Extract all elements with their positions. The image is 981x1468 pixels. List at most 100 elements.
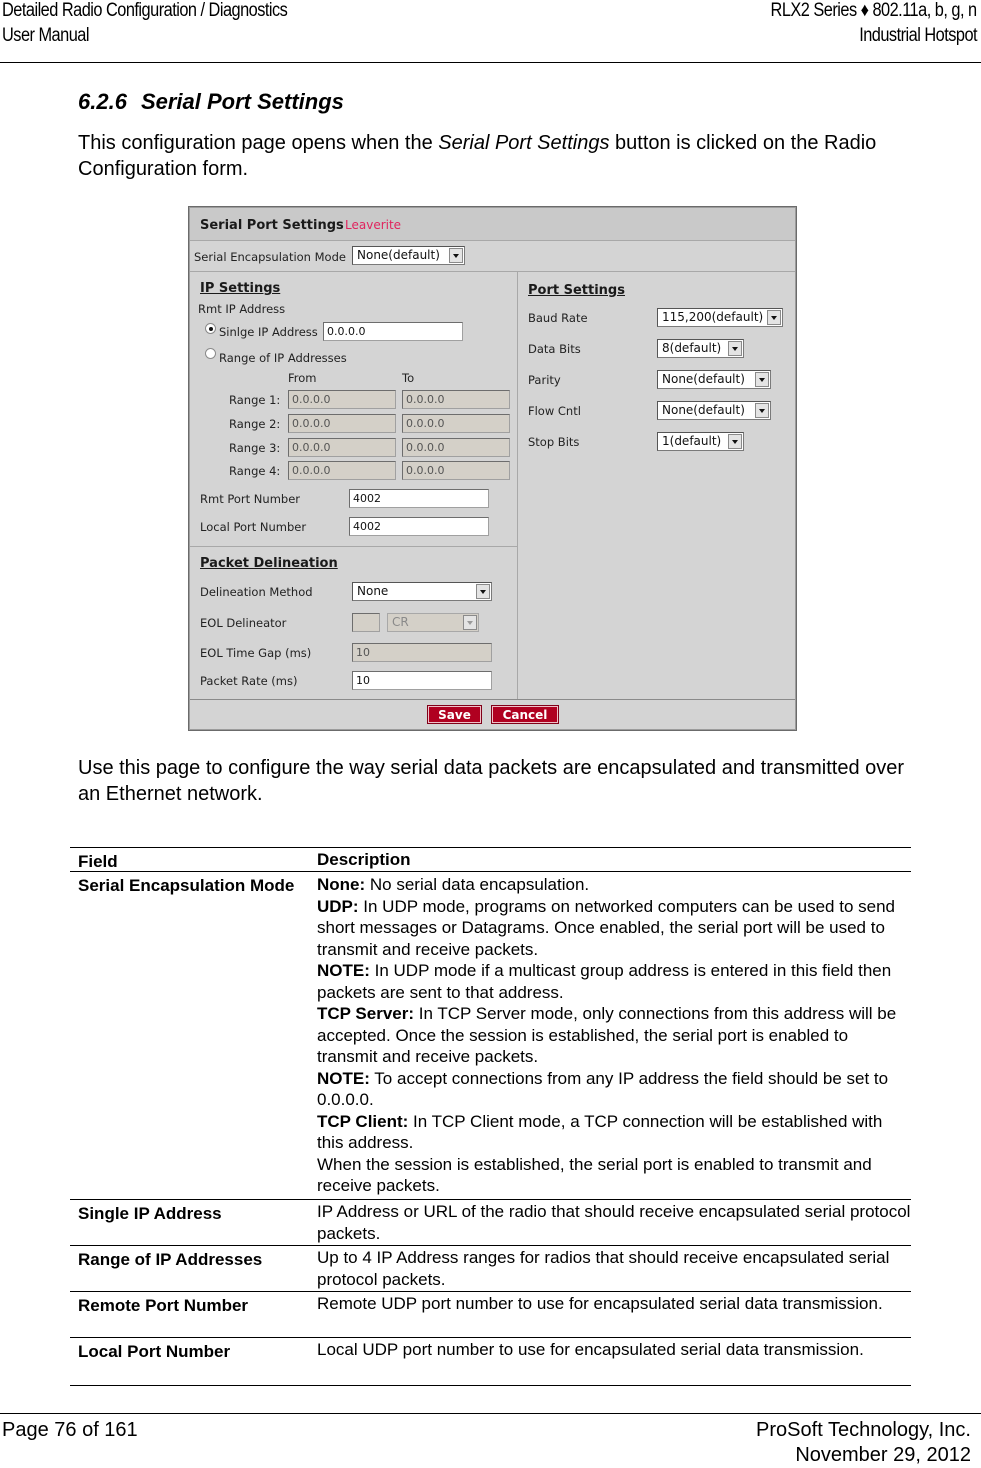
table-row: Remote Port Number Remote UDP port numbe… (70, 1291, 911, 1337)
encapsulation-row: Serial Encapsulation Mode None(default) (190, 241, 795, 272)
field-name: Range of IP Addresses (78, 1250, 263, 1269)
table-row: Range of IP Addresses Up to 4 IP Address… (70, 1245, 911, 1291)
local-port-input[interactable]: 4002 (349, 517, 489, 536)
rmt-port-input[interactable]: 4002 (349, 489, 489, 508)
range-2-to-input[interactable]: 0.0.0.0 (402, 414, 510, 433)
range-3-from-input[interactable]: 0.0.0.0 (288, 438, 396, 457)
form-button-bar: Save Cancel (190, 699, 795, 730)
range-1-to-input[interactable]: 0.0.0.0 (402, 390, 510, 409)
header-product-name: Industrial Hotspot (859, 25, 977, 46)
desc-tcp-server: TCP Server: In TCP Server mode, only con… (317, 1003, 911, 1068)
baud-rate-label: Baud Rate (528, 311, 588, 325)
field-name: Local Port Number (78, 1342, 231, 1361)
usage-paragraph: Use this page to configure the way seria… (78, 757, 905, 805)
range-1-label: Range 1: (229, 393, 281, 407)
single-ip-label: Sinlge IP Address (219, 325, 318, 339)
range-1-from-input[interactable]: 0.0.0.0 (288, 390, 396, 409)
table-header-row: Field Description (70, 847, 911, 872)
eol-delineator-select[interactable]: CR (387, 613, 479, 632)
desc-text: When the session is established, the ser… (317, 1154, 872, 1196)
desc-udp-note: NOTE: In UDP mode if a multicast group a… (317, 960, 911, 1003)
eol-time-gap-label: EOL Time Gap (ms) (200, 646, 312, 660)
data-bits-value: 8(default) (662, 341, 722, 355)
flow-control-select[interactable]: None(default) (657, 401, 771, 420)
desc-text: In UDP mode if a multicast group address… (317, 961, 892, 1002)
single-ip-input[interactable]: 0.0.0.0 (323, 322, 463, 341)
chevron-down-icon (463, 615, 477, 630)
range-ip-label: Range of IP Addresses (219, 351, 347, 365)
field-description: Local UDP port number to use for encapsu… (317, 1340, 864, 1359)
cancel-button[interactable]: Cancel (491, 705, 559, 724)
chevron-down-icon (449, 248, 463, 263)
range-4-from-input[interactable]: 0.0.0.0 (288, 461, 396, 480)
page-footer: Page 76 of 161 ProSoft Technology, Inc. … (0, 1413, 981, 1468)
field-description: Remote UDP port number to use for encaps… (317, 1294, 883, 1313)
desc-udp: UDP: In UDP mode, programs on networked … (317, 896, 911, 961)
section-number: 6.2.6 (78, 89, 127, 114)
single-ip-radio[interactable] (205, 323, 216, 334)
header-chapter: Detailed Radio Configuration / Diagnosti… (2, 0, 288, 21)
delineation-method-select[interactable]: None (352, 582, 492, 601)
field-description: None: No serial data encapsulation. UDP:… (317, 874, 911, 1197)
desc-term: None: (317, 875, 366, 894)
delineation-method-value: None (357, 584, 389, 598)
header-description: Description (317, 850, 411, 869)
local-port-label: Local Port Number (200, 520, 307, 534)
stop-bits-select[interactable]: 1(default) (657, 432, 744, 451)
intro-paragraph: This configuration page opens when the S… (78, 130, 918, 182)
encapsulation-label: Serial Encapsulation Mode (194, 250, 346, 264)
eol-delineator-label: EOL Delineator (200, 616, 287, 630)
range-2-from-input[interactable]: 0.0.0.0 (288, 414, 396, 433)
chevron-down-icon (755, 372, 769, 387)
form-title: Serial Port Settings (200, 218, 344, 233)
range-3-label: Range 3: (229, 441, 281, 455)
baud-rate-value: 115,200(default) (662, 310, 764, 324)
field-name: Single IP Address (78, 1204, 222, 1223)
desc-term: UDP: (317, 896, 359, 916)
packet-delineation-heading: Packet Delineation (200, 556, 338, 571)
device-name: Leaverite (345, 218, 402, 232)
delineation-method-label: Delineation Method (200, 585, 313, 599)
stop-bits-label: Stop Bits (528, 435, 580, 449)
ip-settings-heading: IP Settings (200, 281, 281, 296)
desc-term: NOTE: (317, 961, 370, 980)
range-4-to-input[interactable]: 0.0.0.0 (402, 461, 510, 480)
range-from-label: From (288, 371, 317, 385)
desc-term: NOTE: (317, 1068, 370, 1088)
packet-rate-input[interactable]: 10 (352, 671, 492, 690)
table-row: Local Port Number Local UDP port number … (70, 1337, 911, 1386)
range-ip-radio[interactable] (205, 348, 216, 359)
header-doc-type: User Manual (2, 25, 89, 46)
desc-text: No serial data encapsulation. (365, 875, 590, 894)
data-bits-select[interactable]: 8(default) (657, 339, 744, 358)
desc-term: TCP Client: (317, 1111, 409, 1131)
baud-rate-select[interactable]: 115,200(default) (657, 308, 783, 327)
field-description: Up to 4 IP Address ranges for radios tha… (317, 1248, 890, 1289)
flow-control-value: None(default) (662, 403, 745, 417)
section-title: 6.2.6 Serial Port Settings (78, 89, 344, 115)
save-button[interactable]: Save (427, 705, 482, 724)
eol-time-gap-input[interactable]: 10 (352, 643, 492, 662)
range-2-label: Range 2: (229, 417, 281, 431)
desc-tcp-client: TCP Client: In TCP Client mode, a TCP co… (317, 1111, 911, 1154)
eol-char-input[interactable] (352, 613, 380, 632)
serial-port-settings-form: Serial Port Settings Leaverite Serial En… (188, 206, 797, 731)
encapsulation-mode-select[interactable]: None(default) (352, 246, 465, 265)
chevron-down-icon (767, 310, 781, 325)
range-3-to-input[interactable]: 0.0.0.0 (402, 438, 510, 457)
eol-delineator-value: CR (392, 615, 409, 629)
intro-emphasis: Serial Port Settings (438, 132, 610, 154)
port-settings-panel: Port Settings Baud Rate 115,200(default)… (518, 272, 795, 699)
parity-label: Parity (528, 373, 561, 387)
port-settings-heading: Port Settings (528, 283, 625, 298)
company-name: ProSoft Technology, Inc. (756, 1419, 971, 1441)
rmt-ip-label: Rmt IP Address (198, 302, 286, 316)
field-name: Remote Port Number (78, 1296, 249, 1315)
flow-control-label: Flow Cntl (528, 404, 581, 418)
parity-select[interactable]: None(default) (657, 370, 771, 389)
desc-term: TCP Server: (317, 1004, 415, 1023)
section-title-text: Serial Port Settings (140, 89, 344, 114)
desc-tcp-server-note: NOTE: To accept connections from any IP … (317, 1068, 911, 1111)
desc-session: When the session is established, the ser… (317, 1154, 911, 1197)
data-bits-label: Data Bits (528, 342, 581, 356)
